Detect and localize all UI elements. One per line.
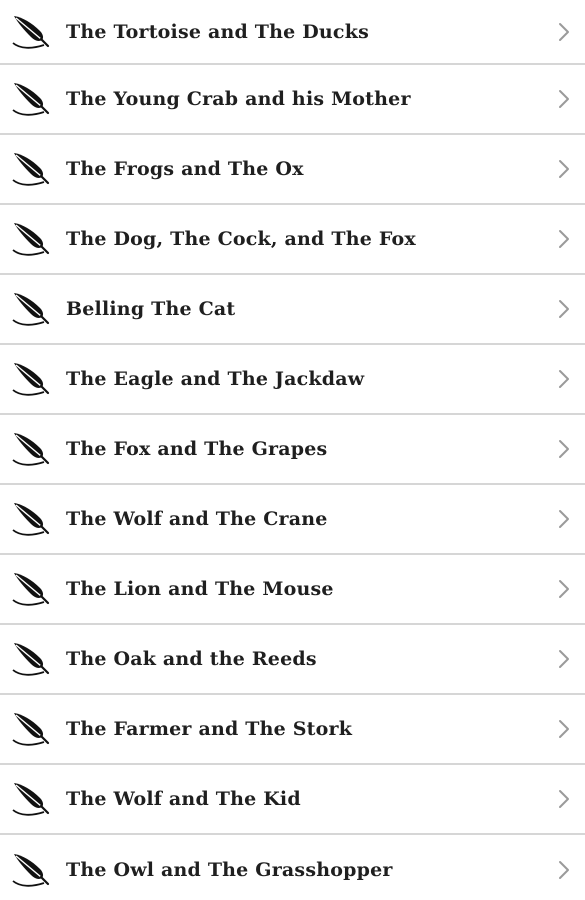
quill-feather-icon [12,293,50,326]
fable-title: The Owl and The Grasshopper [66,859,393,881]
chevron-right-icon [559,861,569,879]
fable-title: The Fox and The Grapes [66,438,328,460]
list-item[interactable]: The Oak and the Reeds [0,625,585,695]
quill-feather-icon [12,223,50,256]
fable-title: The Frogs and The Ox [66,158,304,180]
list-item[interactable]: The Frogs and The Ox [0,135,585,205]
list-item[interactable]: Belling The Cat [0,275,585,345]
quill-feather-icon [12,15,50,49]
fable-title: The Eagle and The Jackdaw [66,368,365,390]
chevron-right-icon [559,22,569,41]
fable-list: The Tortoise and The Ducks The Young Cra… [0,0,585,900]
chevron-right-icon [559,790,569,808]
fable-title: The Oak and the Reeds [66,648,317,670]
chevron-right-icon [559,300,569,318]
list-item[interactable]: The Wolf and The Crane [0,485,585,555]
chevron-right-icon [559,370,569,388]
fable-title: The Young Crab and his Mother [66,88,411,110]
quill-feather-icon [12,83,50,116]
list-item[interactable]: The Dog, The Cock, and The Fox [0,205,585,275]
fable-title: Belling The Cat [66,298,236,320]
quill-feather-icon [12,783,50,816]
chevron-right-icon [559,90,569,108]
list-item[interactable]: The Eagle and The Jackdaw [0,345,585,415]
list-item[interactable]: The Tortoise and The Ducks [0,0,585,65]
list-item[interactable]: The Wolf and The Kid [0,765,585,835]
list-item[interactable]: The Lion and The Mouse [0,555,585,625]
chevron-right-icon [559,720,569,738]
chevron-right-icon [559,510,569,528]
quill-feather-icon [12,363,50,396]
fable-title: The Wolf and The Crane [66,508,328,530]
fable-title: The Lion and The Mouse [66,578,334,600]
list-item[interactable]: The Fox and The Grapes [0,415,585,485]
chevron-right-icon [559,160,569,178]
chevron-right-icon [559,650,569,668]
list-item[interactable]: The Young Crab and his Mother [0,65,585,135]
quill-feather-icon [12,573,50,606]
quill-feather-icon [12,854,50,887]
list-item[interactable]: The Farmer and The Stork [0,695,585,765]
chevron-right-icon [559,440,569,458]
chevron-right-icon [559,230,569,248]
quill-feather-icon [12,503,50,536]
fable-title: The Wolf and The Kid [66,788,301,810]
fable-title: The Dog, The Cock, and The Fox [66,228,416,250]
quill-feather-icon [12,713,50,746]
fable-title: The Farmer and The Stork [66,718,353,740]
quill-feather-icon [12,153,50,186]
chevron-right-icon [559,580,569,598]
list-item[interactable]: The Owl and The Grasshopper [0,835,585,900]
fable-title: The Tortoise and The Ducks [66,20,369,43]
quill-feather-icon [12,433,50,466]
quill-feather-icon [12,643,50,676]
